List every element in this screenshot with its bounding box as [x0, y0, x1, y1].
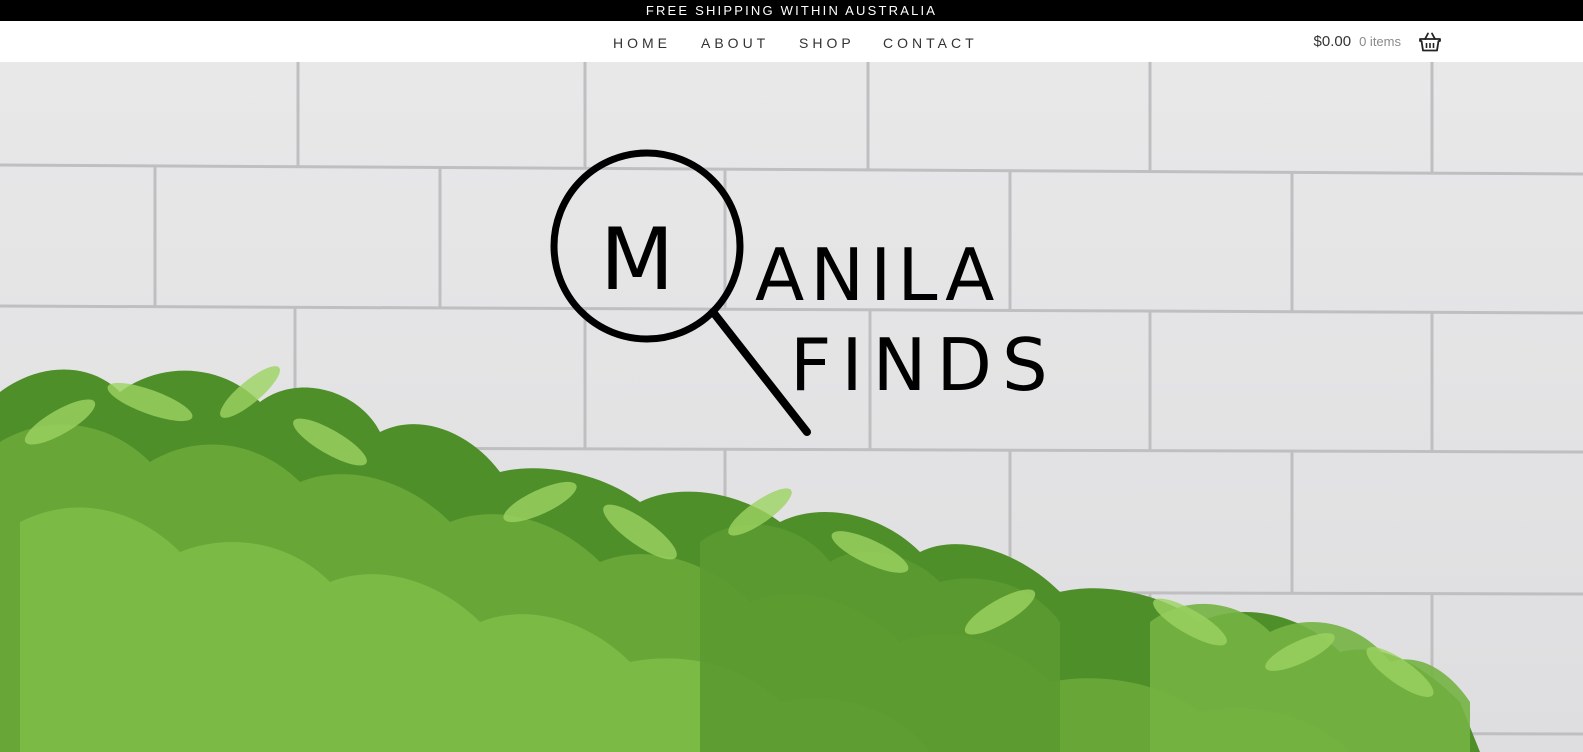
nav-about[interactable]: ABOUT [701, 21, 769, 62]
hero-image: M ANILA FINDS [0, 62, 1583, 752]
announcement-bar: FREE SHIPPING WITHIN AUSTRALIA [0, 0, 1583, 21]
nav-home[interactable]: HOME [613, 21, 671, 62]
main-navigation: HOME ABOUT SHOP CONTACT $0.00 0 items [0, 21, 1583, 62]
nav-shop[interactable]: SHOP [799, 21, 855, 62]
logo-line2: FINDS [790, 323, 1058, 407]
nav-contact[interactable]: CONTACT [883, 21, 978, 62]
cart-amount: $0.00 [1313, 33, 1352, 50]
cart-item-count: 0 items [1359, 34, 1401, 49]
basket-icon [1419, 32, 1441, 51]
logo-initial: M [600, 210, 674, 310]
logo-line1: ANILA [755, 233, 1000, 317]
announcement-text: FREE SHIPPING WITHIN AUSTRALIA [645, 3, 938, 18]
hero-banner: M ANILA FINDS [0, 62, 1583, 752]
cart-link[interactable]: $0.00 0 items [1314, 21, 1441, 62]
